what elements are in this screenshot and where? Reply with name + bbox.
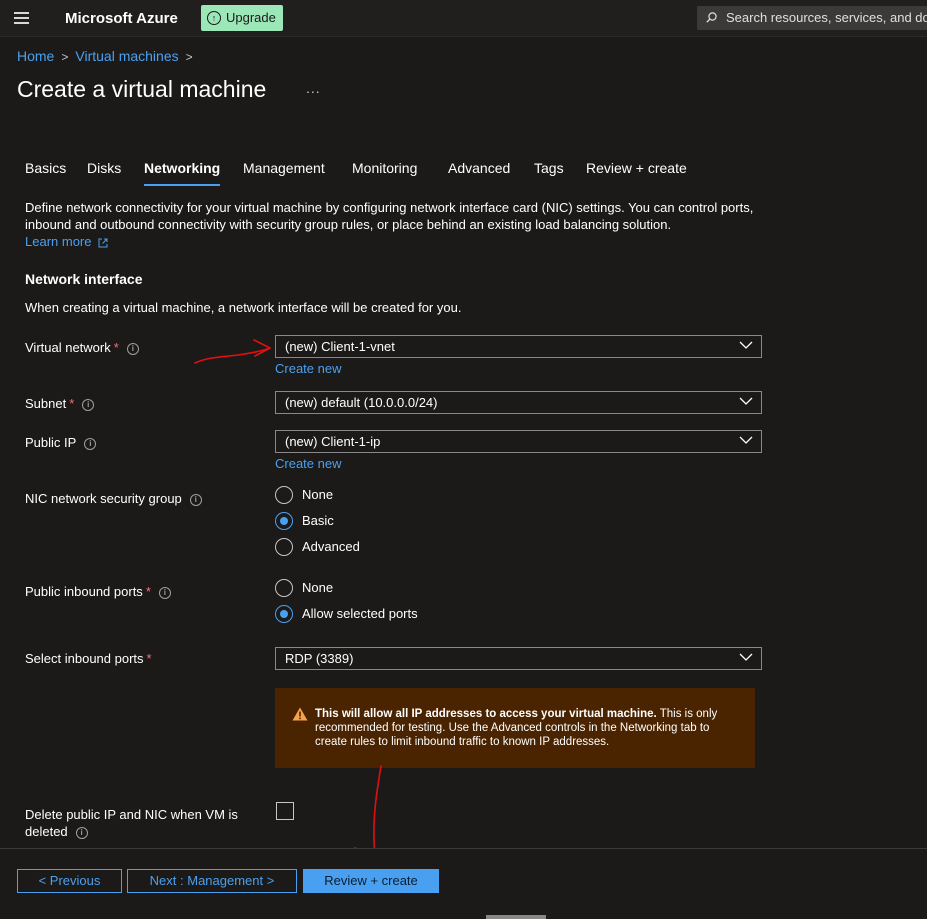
inbound-ports-option-none[interactable]: None <box>275 578 333 598</box>
annotation-arrow-to-virtual-network <box>194 347 271 364</box>
search-icon <box>706 12 717 23</box>
select-inbound-ports-label: Select inbound ports * <box>25 650 152 667</box>
review-create-button[interactable]: Review + create <box>303 869 439 893</box>
public-ip-dropdown[interactable]: (new) Client-1-ip <box>275 430 762 453</box>
virtual-network-value: (new) Client-1-vnet <box>285 339 395 354</box>
radio-label: Basic <box>302 513 334 528</box>
warning-bold-text: This will allow all IP addresses to acce… <box>315 708 657 720</box>
info-icon[interactable]: i <box>82 398 95 411</box>
radio-button[interactable] <box>275 579 293 597</box>
footer-bar: < Previous Next : Management > Review + … <box>0 848 927 919</box>
public-ip-label: Public IP i <box>25 434 97 451</box>
tab-advanced[interactable]: Advanced <box>448 160 510 176</box>
nic-nsg-label: NIC network security group i <box>25 490 202 507</box>
external-link-icon <box>98 238 108 248</box>
breadcrumb-virtual-machines[interactable]: Virtual machines <box>75 48 178 64</box>
tab-tags[interactable]: Tags <box>534 160 564 176</box>
info-icon[interactable]: i <box>126 342 139 355</box>
chevron-down-icon <box>739 653 753 661</box>
select-inbound-ports-value: RDP (3389) <box>285 651 354 666</box>
delete-public-ip-label-text: Delete public IP and NIC when VM is dele… <box>25 807 238 839</box>
select-inbound-ports-label-text: Select inbound ports <box>25 651 144 666</box>
tab-networking[interactable]: Networking <box>144 160 221 186</box>
required-asterisk: * <box>113 340 119 355</box>
subnet-dropdown[interactable]: (new) default (10.0.0.0/24) <box>275 391 762 414</box>
warning-banner: This will allow all IP addresses to acce… <box>275 688 755 768</box>
inbound-ports-option-allow-selected[interactable]: Allow selected ports <box>275 604 418 624</box>
delete-public-ip-checkbox[interactable] <box>276 802 294 820</box>
tab-basics[interactable]: Basics <box>25 160 66 176</box>
public-ip-value: (new) Client-1-ip <box>285 434 381 449</box>
info-icon[interactable]: i <box>189 493 202 506</box>
radio-label: None <box>302 580 334 595</box>
public-inbound-ports-label: Public inbound ports * i <box>25 583 171 600</box>
arrow-up-circle-icon: ↑ <box>207 11 221 25</box>
upgrade-button[interactable]: ↑ Upgrade <box>201 5 283 31</box>
virtual-network-label: Virtual network * i <box>25 339 139 356</box>
learn-more-link[interactable]: Learn more <box>25 234 108 249</box>
subnet-value: (new) default (10.0.0.0/24) <box>285 395 438 410</box>
public-ip-create-new-link[interactable]: Create new <box>275 456 341 471</box>
search-placeholder: Search resources, services, and docs <box>726 10 927 25</box>
radio-button[interactable] <box>275 486 293 504</box>
select-inbound-ports-dropdown[interactable]: RDP (3389) <box>275 647 762 670</box>
nic-nsg-option-none[interactable]: None <box>275 485 333 505</box>
section-title-network-interface: Network interface <box>25 271 143 287</box>
radio-label: Advanced <box>302 539 360 554</box>
window-resize-handle[interactable] <box>486 915 546 919</box>
more-options-icon[interactable]: ... <box>306 80 321 96</box>
info-icon[interactable]: i <box>158 586 171 599</box>
required-asterisk: * <box>69 396 75 411</box>
chevron-down-icon <box>739 436 753 444</box>
radio-button-selected[interactable] <box>275 605 293 623</box>
upgrade-label: Upgrade <box>226 10 276 25</box>
public-inbound-ports-label-text: Public inbound ports <box>25 584 143 599</box>
brand-title[interactable]: Microsoft Azure <box>65 10 178 27</box>
radio-label: None <box>302 487 334 502</box>
learn-more-label: Learn more <box>25 234 92 249</box>
info-icon[interactable]: i <box>75 826 88 839</box>
chevron-right-icon: > <box>185 50 193 64</box>
virtual-network-label-text: Virtual network <box>25 340 111 355</box>
hamburger-menu-icon[interactable] <box>14 12 29 24</box>
subnet-label: Subnet * i <box>25 395 95 412</box>
networking-description: Define network connectivity for your vir… <box>25 200 754 232</box>
chevron-right-icon: > <box>61 50 69 64</box>
annotation-overlay <box>194 339 400 860</box>
nic-nsg-option-advanced[interactable]: Advanced <box>275 537 360 557</box>
search-input[interactable]: Search resources, services, and docs <box>697 6 927 30</box>
virtual-network-dropdown[interactable]: (new) Client-1-vnet <box>275 335 762 358</box>
chevron-down-icon <box>739 341 753 349</box>
nic-nsg-label-text: NIC network security group <box>25 491 182 506</box>
radio-label: Allow selected ports <box>302 606 418 621</box>
chevron-down-icon <box>739 397 753 405</box>
info-icon[interactable]: i <box>84 437 97 450</box>
page-title: Create a virtual machine <box>17 76 267 102</box>
breadcrumb: Home > Virtual machines > <box>17 48 200 64</box>
breadcrumb-home[interactable]: Home <box>17 48 54 64</box>
top-bar: Microsoft Azure ↑ Upgrade Search resourc… <box>0 0 927 37</box>
tab-disks[interactable]: Disks <box>87 160 121 176</box>
previous-button[interactable]: < Previous <box>17 869 122 893</box>
subnet-label-text: Subnet <box>25 396 67 411</box>
radio-button[interactable] <box>275 538 293 556</box>
public-ip-label-text: Public IP <box>25 435 77 450</box>
nic-nsg-option-basic[interactable]: Basic <box>275 511 334 531</box>
next-management-button[interactable]: Next : Management > <box>127 869 297 893</box>
section-subtitle: When creating a virtual machine, a netwo… <box>25 300 462 315</box>
radio-button-selected[interactable] <box>275 512 293 530</box>
delete-public-ip-label: Delete public IP and NIC when VM is dele… <box>25 806 265 840</box>
warning-icon <box>292 707 308 721</box>
tab-monitoring[interactable]: Monitoring <box>352 160 417 176</box>
tab-review-create[interactable]: Review + create <box>586 160 687 176</box>
required-asterisk: * <box>145 584 151 599</box>
required-asterisk: * <box>146 651 152 666</box>
virtual-network-create-new-link[interactable]: Create new <box>275 361 341 376</box>
annotation-arrow-to-review-create <box>373 765 382 859</box>
tab-management[interactable]: Management <box>243 160 325 176</box>
